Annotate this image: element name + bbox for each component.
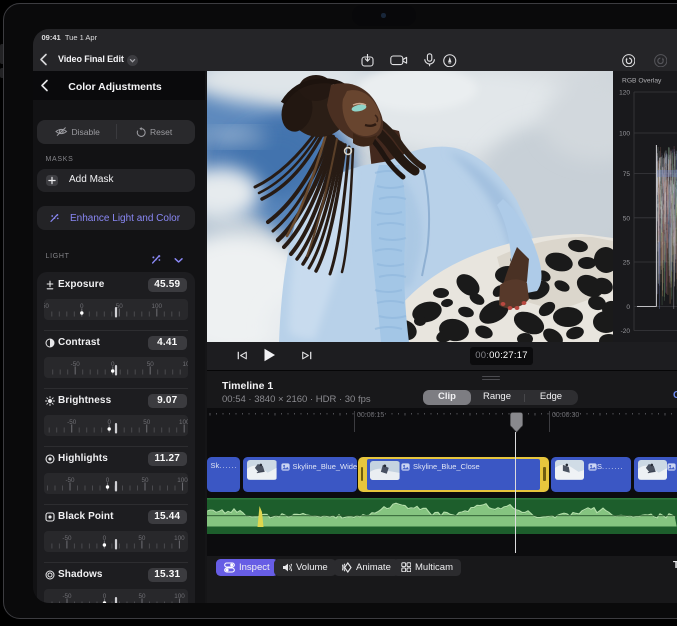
svg-text:0: 0 <box>626 304 630 311</box>
svg-text:-20: -20 <box>621 328 631 335</box>
svg-text:100: 100 <box>179 419 188 426</box>
svg-text:50: 50 <box>623 215 631 222</box>
svg-text:100: 100 <box>619 131 630 138</box>
svg-text:100: 100 <box>182 361 188 368</box>
svg-text:25: 25 <box>623 260 631 267</box>
svg-text:-50: -50 <box>44 303 49 310</box>
svg-text:75: 75 <box>623 171 631 178</box>
svg-text:RGB Overlay: RGB Overlay <box>622 78 662 85</box>
svg-text:120: 120 <box>619 90 630 97</box>
